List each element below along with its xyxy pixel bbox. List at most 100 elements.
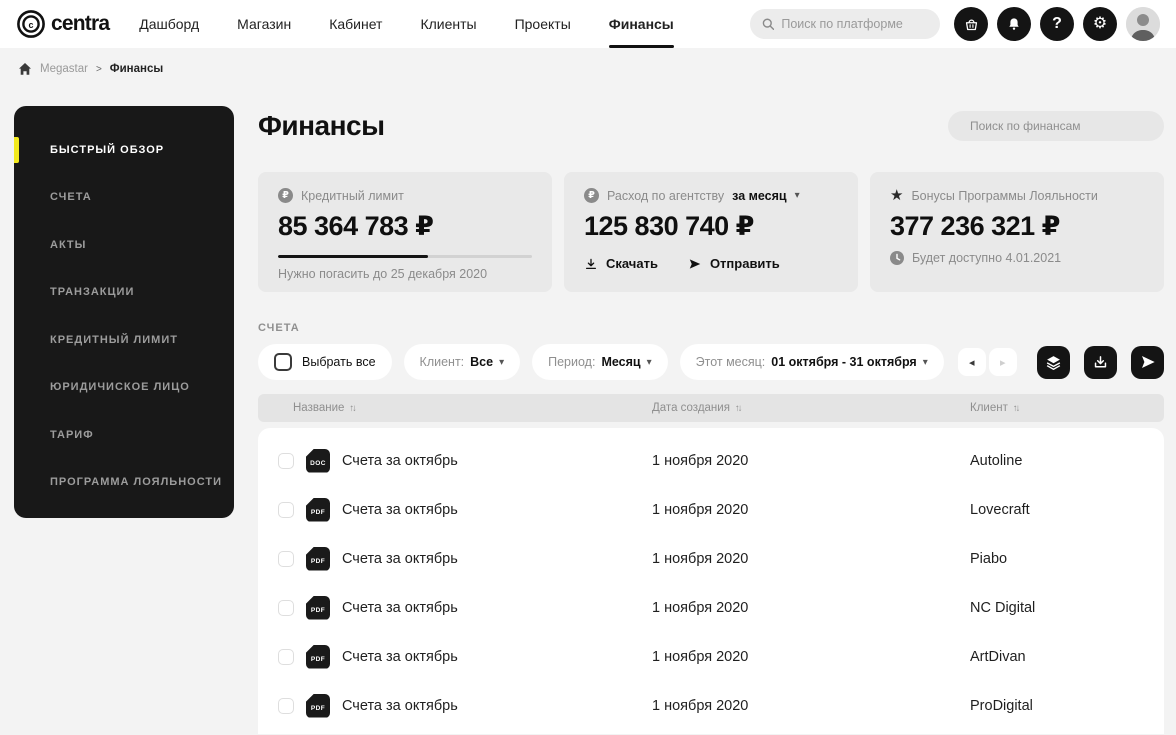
centra-logo[interactable]: c centra: [16, 9, 110, 39]
prev-page-button[interactable]: ◂: [957, 348, 986, 376]
platform-search-input[interactable]: [781, 17, 928, 31]
finance-search-input[interactable]: [970, 119, 1142, 133]
sidebar-item[interactable]: КРЕДИТНЫЙ ЛИМИТ: [14, 316, 234, 364]
nav-item[interactable]: Проекты: [515, 0, 571, 48]
home-icon[interactable]: [18, 62, 32, 76]
sidebar-item[interactable]: ТАРИФ: [14, 411, 234, 459]
credit-progress-track: [278, 255, 532, 258]
loyalty-bonus-value: 377 236 321 ₽: [890, 211, 1060, 241]
row-checkbox[interactable]: [278, 550, 294, 567]
send-button[interactable]: [1131, 345, 1164, 379]
breadcrumb-current: Финансы: [109, 63, 164, 75]
user-avatar[interactable]: [1126, 7, 1160, 41]
nav-item[interactable]: Кабинет: [329, 0, 382, 48]
period-filter-dropdown[interactable]: Период: Месяц ▾: [532, 344, 668, 380]
table-row[interactable]: PDF Счета за октябрь 1 ноября 2020 ArtDi…: [258, 632, 1164, 681]
credit-limit-card: ₽ Кредитный лимит 85 364 783 ₽ Нужно пог…: [258, 172, 552, 292]
finance-sidebar: БЫСТРЫЙ ОБЗОР СЧЕТА АКТЫ ТРАНЗАКЦИИ КРЕД…: [14, 106, 234, 518]
invoice-date: 1 ноября 2020: [652, 452, 749, 469]
download-report-button[interactable]: Скачать: [584, 256, 658, 271]
send-icon: [689, 258, 701, 269]
invoice-name: Счета за октябрь: [342, 452, 458, 469]
send-report-button[interactable]: Отправить: [688, 256, 780, 271]
sort-icon: ↑↓: [1012, 402, 1020, 414]
invoice-client: ArtDivan: [970, 648, 1026, 665]
nav-item[interactable]: Магазин: [237, 0, 291, 48]
basket-button[interactable]: [954, 7, 988, 41]
sidebar-item[interactable]: БЫСТРЫЙ ОБЗОР: [14, 126, 234, 174]
invoice-name: Счета за октябрь: [342, 550, 458, 567]
agency-spend-label-row: ₽ Расход по агентству за месяц ▾: [584, 188, 838, 203]
download-button[interactable]: [1084, 345, 1117, 379]
loyalty-bonus-label-row: ★ Бонусы Программы Лояльности: [890, 188, 1144, 203]
prev-icon: ◂: [969, 356, 975, 369]
table-row[interactable]: PDF Счета за октябрь 1 ноября 2020 NC Di…: [258, 583, 1164, 632]
avatar-image: [1126, 7, 1160, 41]
sort-icon: ↑↓: [734, 402, 742, 414]
month-range-dropdown[interactable]: Этот месяц: 01 октября - 31 октября ▾: [679, 344, 944, 380]
nav-item-label: Магазин: [237, 16, 292, 32]
nav-item[interactable]: Дашборд: [139, 0, 199, 48]
column-header-name[interactable]: Название ↑↓: [278, 402, 652, 414]
topbar-icon-buttons: ? ⚙: [954, 7, 1160, 41]
table-row[interactable]: PDF Счета за октябрь 1 ноября 2020 Piabo: [258, 534, 1164, 583]
nav-item[interactable]: Клиенты: [420, 0, 476, 48]
client-filter-value: Все: [470, 355, 494, 369]
notifications-button[interactable]: [997, 7, 1031, 41]
invoice-date: 1 ноября 2020: [652, 648, 749, 665]
ruble-circle-icon: ₽: [278, 188, 293, 203]
row-checkbox[interactable]: [278, 599, 294, 616]
bell-icon: [1009, 18, 1019, 30]
finance-search[interactable]: [948, 111, 1164, 141]
file-type-icon: PDF: [306, 546, 330, 571]
column-label: Название: [293, 402, 345, 414]
platform-search[interactable]: [750, 9, 940, 39]
top-navigation-bar: c centra Дашборд Магазин Кабинет Клиенты: [0, 0, 1176, 48]
invoice-name: Счета за октябрь: [342, 648, 458, 665]
table-actions: [1037, 345, 1164, 379]
row-checkbox[interactable]: [278, 501, 294, 518]
invoice-client: Piabo: [970, 550, 1008, 567]
content-area: БЫСТРЫЙ ОБЗОР СЧЕТА АКТЫ ТРАНЗАКЦИИ КРЕД…: [0, 90, 1176, 735]
pagination: ◂ ▸: [957, 348, 1017, 376]
nav-item[interactable]: Финансы: [608, 0, 674, 48]
invoice-name: Счета за октябрь: [342, 501, 458, 518]
table-row[interactable]: PDF Счета за октябрь 1 ноября 2020 ProDi…: [258, 681, 1164, 730]
help-button[interactable]: ?: [1040, 7, 1074, 41]
client-filter-dropdown[interactable]: Клиент: Все ▾: [403, 344, 521, 380]
row-checkbox[interactable]: [278, 648, 294, 665]
agency-spend-actions: Скачать Отправить: [584, 256, 838, 271]
table-row[interactable]: DOC Счета за октябрь 1 ноября 2020 Autol…: [258, 436, 1164, 485]
invoice-client: Autoline: [970, 452, 1023, 469]
month-range-label: Этот месяц:: [695, 355, 766, 369]
agency-spend-card: ₽ Расход по агентству за месяц ▾ 125 830…: [564, 172, 858, 292]
next-page-button[interactable]: ▸: [988, 348, 1017, 376]
row-checkbox[interactable]: [278, 452, 294, 469]
column-header-date[interactable]: Дата создания ↑↓: [652, 402, 970, 414]
sidebar-item-label: ТРАНЗАКЦИИ: [50, 286, 135, 299]
settings-button[interactable]: ⚙: [1083, 7, 1117, 41]
breadcrumb-root[interactable]: Megastar: [40, 63, 88, 75]
download-icon: [1094, 355, 1107, 367]
invoice-name-cell: PDF Счета за октябрь: [278, 497, 652, 522]
logo-rings-icon: c: [17, 10, 45, 38]
column-header-client[interactable]: Клиент ↑↓: [970, 402, 1164, 414]
send-report-label: Отправить: [709, 256, 780, 271]
file-type-icon: PDF: [306, 644, 330, 669]
caret-down-icon: ▾: [922, 356, 928, 368]
table-row[interactable]: PDF Счета за октябрь 1 ноября 2020 Lovec…: [258, 485, 1164, 534]
sidebar-item[interactable]: ПРОГРАММА ЛОЯЛЬНОСТИ: [14, 459, 234, 507]
select-all-pill[interactable]: Выбрать все: [258, 344, 392, 380]
select-all-label: Выбрать все: [302, 355, 376, 369]
sidebar-item[interactable]: СЧЕТА: [14, 174, 234, 222]
sidebar-item[interactable]: АКТЫ: [14, 221, 234, 269]
credit-limit-label: Кредитный лимит: [301, 188, 404, 203]
select-all-checkbox[interactable]: [274, 353, 292, 371]
spend-period-dropdown[interactable]: за месяц: [732, 189, 786, 203]
layers-button[interactable]: [1037, 345, 1070, 379]
next-icon: ▸: [1000, 356, 1006, 369]
sidebar-item[interactable]: ТРАНЗАКЦИИ: [14, 269, 234, 317]
sidebar-item[interactable]: ЮРИДИЧИСКОЕ ЛИЦО: [14, 364, 234, 412]
screen: c centra Дашборд Магазин Кабинет Клиенты: [0, 0, 1176, 735]
row-checkbox[interactable]: [278, 697, 294, 714]
